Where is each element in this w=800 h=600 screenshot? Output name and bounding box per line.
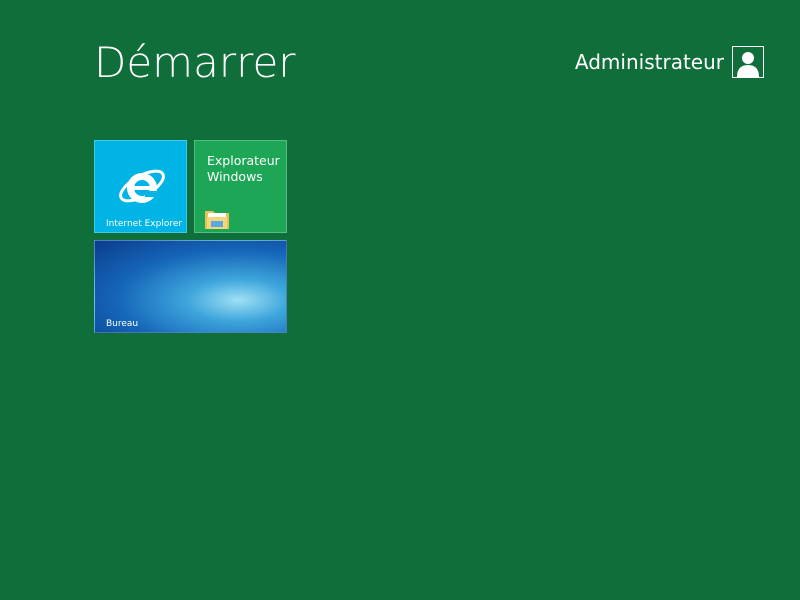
tile-windows-explorer[interactable]: Explorateur Windows (194, 140, 287, 233)
tile-desktop[interactable]: Bureau (94, 240, 287, 333)
tile-label: Internet Explorer (106, 219, 183, 229)
tile-label: Bureau (106, 319, 139, 329)
user-name: Administrateur (574, 50, 724, 74)
tile-internet-explorer[interactable]: Internet Explorer (94, 140, 187, 233)
tile-label: Explorateur Windows (207, 153, 280, 184)
user-avatar-icon (732, 46, 764, 78)
page-title: Démarrer (94, 38, 296, 87)
internet-explorer-icon (119, 169, 165, 203)
folder-icon (205, 211, 229, 229)
user-account-button[interactable]: Administrateur (575, 46, 764, 78)
